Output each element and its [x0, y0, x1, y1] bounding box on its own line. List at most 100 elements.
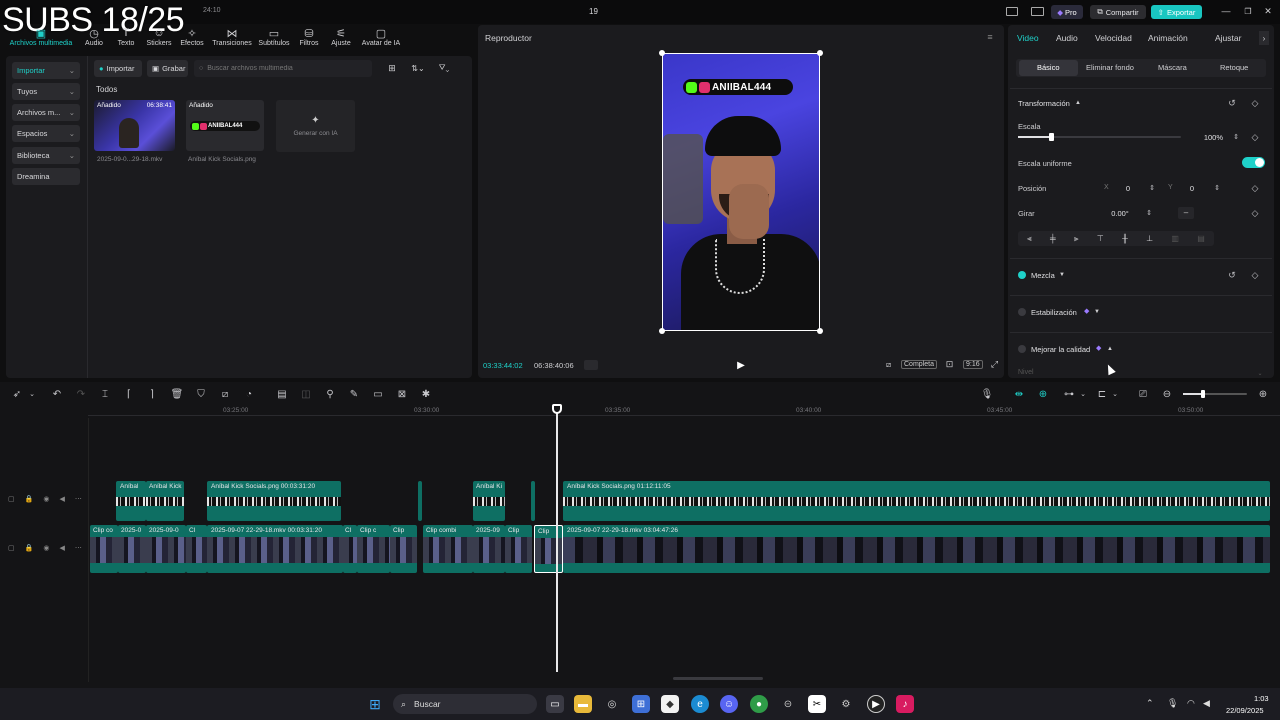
crop-handle-br[interactable] [817, 328, 823, 334]
copilot-icon[interactable]: ◎ [603, 695, 621, 713]
sidebar-item-espacios[interactable]: Espacios ⌄ [12, 125, 80, 142]
distribute-h-icon[interactable]: ▥ [1171, 234, 1179, 243]
chain-icon[interactable]: ⊶ [1062, 387, 1076, 401]
video-clip-selected[interactable]: Clip [534, 525, 563, 573]
fullscreen-icon[interactable]: ⤢ [989, 359, 1000, 370]
subtab-remove-bg[interactable]: Eliminar fondo [1086, 63, 1134, 72]
video-clip[interactable]: 2025-09-07 22-29-18.mkv 03:04:47:26 [563, 525, 1270, 573]
video-clip[interactable]: Cl [343, 525, 357, 573]
distribute-v-icon[interactable]: ▤ [1197, 234, 1205, 243]
playhead[interactable] [556, 404, 558, 672]
tabs-more-icon[interactable]: › [1259, 31, 1269, 45]
reset-icon[interactable]: ↺ [1226, 269, 1238, 281]
quality-checkbox[interactable] [1018, 345, 1026, 353]
media-player-icon[interactable]: ▶ [867, 695, 885, 713]
import-button[interactable]: ● Importar [94, 60, 142, 77]
align-left-icon[interactable]: ⫷ [1027, 234, 1032, 244]
keyboard-icon[interactable] [1031, 7, 1044, 16]
zoom-slider[interactable] [1183, 390, 1247, 398]
overlay-clip[interactable] [418, 481, 422, 521]
nav-ai-avatar[interactable]: ▢ Avatar de IA [359, 26, 403, 48]
caption-icon[interactable]: ⎚ [1136, 387, 1150, 401]
video-clip[interactable]: Clip combi [423, 525, 473, 573]
nav-filters[interactable]: ⛁ Filtros [297, 26, 321, 48]
nav-effects[interactable]: ✧ Efectos [179, 26, 205, 48]
stepper-icon[interactable]: ⇕ [1211, 182, 1223, 194]
tab-video[interactable]: Video [1017, 33, 1039, 43]
play-icon[interactable]: ▶ [735, 359, 747, 371]
ai-tool-icon[interactable]: ✱ [419, 387, 433, 401]
search-input[interactable] [207, 65, 368, 72]
video-clip[interactable]: 2025-09 [473, 525, 505, 573]
align-bottom-icon[interactable]: ⊥ [1146, 234, 1153, 243]
crop-handle-bl[interactable] [659, 328, 665, 334]
nav-adjust[interactable]: ⚟ Ajuste [328, 26, 354, 48]
crop-icon[interactable]: ⧄ [883, 359, 894, 370]
sort-icon[interactable]: ⇅⌄ [409, 63, 427, 73]
layout-icon[interactable] [1006, 7, 1018, 16]
chevron-up-icon[interactable]: ▲ [1074, 99, 1082, 107]
mirror-icon[interactable]: ◫ [299, 387, 313, 401]
keyframe-icon[interactable]: ◇ [1249, 97, 1261, 109]
overlay-clip[interactable]: Aníbal Kick Socials.png 00:03:31:20 [207, 481, 341, 521]
subtab-retouch[interactable]: Retoque [1220, 63, 1248, 72]
tab-audio[interactable]: Audio [1056, 33, 1078, 43]
chevron-down-icon[interactable]: ⌄ [1076, 387, 1090, 401]
chevron-down-icon[interactable]: ▼ [1058, 271, 1066, 279]
timeline-scrollbar[interactable] [673, 677, 763, 680]
filter-icon[interactable]: ⛛⌄ [435, 63, 453, 73]
nav-transitions[interactable]: ⋈ Transiciones [210, 26, 254, 48]
taskbar-search[interactable]: ⌕ Buscar [393, 694, 537, 714]
restore-icon[interactable]: ❐ [1242, 5, 1254, 17]
sidebar-item-archivos[interactable]: Archivos m... ⌄ [12, 104, 80, 121]
timecode-toggle-icon[interactable] [584, 360, 598, 370]
resize-icon[interactable]: ⊠ [395, 387, 409, 401]
chevron-down-icon[interactable]: ⌄ [1108, 387, 1122, 401]
undo-icon[interactable]: ↶ [50, 387, 64, 401]
split-icon[interactable]: ⌶ [98, 387, 112, 401]
redo-icon[interactable]: ↷ [74, 387, 88, 401]
settings-icon[interactable]: ⚙ [837, 695, 855, 713]
stepper-icon[interactable]: ⇕ [1230, 131, 1242, 143]
chevron-down-icon[interactable]: ⌄ [25, 387, 39, 401]
store-icon[interactable]: ⊞ [632, 695, 650, 713]
volume-icon[interactable]: ◀ [59, 544, 64, 554]
snapshot-icon[interactable]: ⊡ [944, 359, 955, 370]
eye-icon[interactable]: ◉ [43, 544, 49, 554]
tray-chevron-icon[interactable]: ⌃ [1146, 698, 1154, 709]
generate-ai-card[interactable]: ✦ Generar con IA [276, 100, 355, 152]
pos-x-input[interactable]: 0 [1120, 184, 1136, 193]
keyframe-icon[interactable]: ◇ [1249, 182, 1261, 194]
player-menu-icon[interactable]: ≡ [984, 32, 996, 42]
align-right-icon[interactable]: ⫸ [1074, 234, 1079, 244]
lock-icon[interactable]: 🔒 [25, 495, 34, 505]
edge-icon[interactable]: e [691, 695, 709, 713]
tray-mic-icon[interactable]: 🎙 [1167, 698, 1178, 709]
more-icon[interactable]: ⋯ [75, 544, 82, 554]
eye-icon[interactable]: ◉ [43, 495, 49, 505]
magic-icon[interactable]: ✎ [347, 387, 361, 401]
chevron-down-icon[interactable]: ▼ [1093, 308, 1101, 316]
video-frame[interactable]: ANIIBAL444 [662, 53, 820, 331]
file-explorer-icon[interactable]: ▬ [574, 695, 592, 713]
grid-view-icon[interactable]: ⊞ [386, 63, 398, 73]
align-top-icon[interactable]: ⊤ [1097, 234, 1104, 243]
zoom-slider-knob[interactable] [1201, 390, 1205, 398]
app-icon[interactable]: ⊝ [779, 695, 797, 713]
freeze-icon[interactable]: ▤ [275, 387, 289, 401]
video-clip[interactable]: Clip c [357, 525, 390, 573]
nav-stickers[interactable]: ☺ Stickers [145, 26, 173, 47]
pos-y-input[interactable]: 0 [1184, 184, 1200, 193]
reset-icon[interactable]: ↺ [1226, 97, 1238, 109]
video-clip[interactable]: Clip [505, 525, 532, 573]
more-icon[interactable]: ⋯ [75, 495, 82, 505]
speed-icon[interactable]: ◔ [242, 387, 256, 401]
record-button[interactable]: ▣ Grabar [147, 60, 188, 77]
media-search[interactable]: ○ [194, 60, 372, 77]
keyframe-icon[interactable]: ◇ [1249, 207, 1261, 219]
pro-button[interactable]: ◆ Pro [1051, 5, 1083, 19]
align-center-h-icon[interactable]: ╪ [1050, 234, 1056, 243]
preview-axis-icon[interactable]: ⊏ [1095, 387, 1109, 401]
chevron-up-icon[interactable]: ▲ [1106, 345, 1114, 353]
scale-value[interactable]: 100% [1198, 133, 1223, 142]
